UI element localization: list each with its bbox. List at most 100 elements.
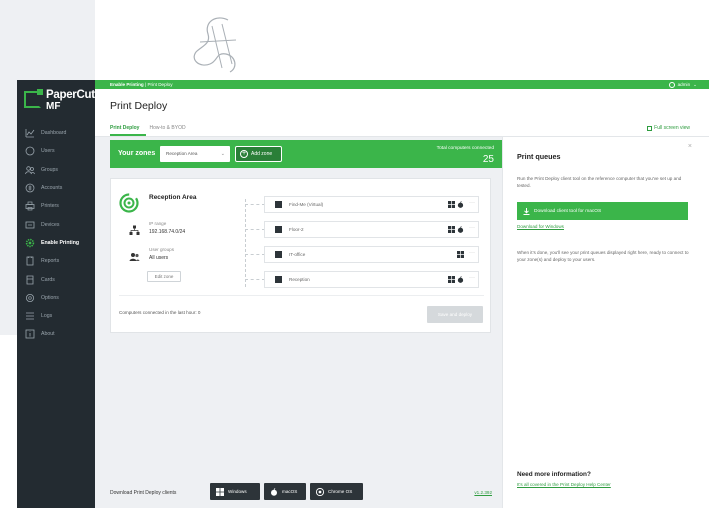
close-icon[interactable]: ×: [688, 143, 692, 150]
papercut-logo[interactable]: PaperCut MF: [24, 88, 95, 114]
sidebar-item-users[interactable]: Users: [17, 142, 95, 160]
macos-label: macOS: [282, 489, 298, 494]
queue-row[interactable]: Find-Me (Virtual) ···: [264, 196, 479, 213]
zone-select[interactable]: Reception Area ⌄: [160, 146, 230, 162]
user-icon: [668, 81, 675, 88]
plus-icon: +: [240, 150, 248, 158]
sidebar-item-label: Cards: [41, 276, 55, 283]
sidebar-item-options[interactable]: Options: [17, 289, 95, 307]
macos-download-button[interactable]: macOS: [264, 483, 306, 500]
chevron-down-icon: ⌄: [220, 151, 225, 157]
edit-zone-button[interactable]: Edit zone: [147, 271, 181, 282]
sidebar-item-label: About: [41, 331, 55, 338]
apple-icon: [271, 487, 277, 496]
sidebar-item-cards[interactable]: Cards: [17, 270, 95, 288]
zone-name: Reception Area: [149, 194, 197, 201]
windows-label: Windows: [228, 489, 247, 494]
sidebar-item-enable-printing[interactable]: Enable Printing: [17, 234, 95, 252]
download-windows-link[interactable]: Download for Windows: [517, 224, 564, 229]
chromeos-download-button[interactable]: Chrome OS: [310, 483, 363, 500]
zone-select-value: Reception Area: [166, 151, 198, 156]
logo-subtext: MF: [46, 101, 61, 112]
queue-os-icons: [448, 226, 464, 233]
tab-how-to-byod[interactable]: How-to & BYOD: [149, 125, 185, 131]
printer-icon: [275, 251, 282, 258]
zones-label: Your zones: [118, 150, 156, 157]
queue-name: Floor-2: [289, 227, 304, 232]
connected-computers-text: Computers connected in the last hour: 0: [119, 310, 201, 315]
queue-connector: [245, 199, 265, 287]
add-zone-button[interactable]: + Add zone: [235, 146, 282, 162]
fullscreen-label: Full screen view: [654, 125, 690, 131]
network-icon: [129, 225, 140, 235]
tab-print-deploy[interactable]: Print Deploy: [110, 125, 139, 131]
ip-range-label: IP range: [149, 221, 167, 226]
windows-icon: [216, 487, 224, 496]
sidebar: PaperCut MF Dashboard Users Groups Accou…: [17, 80, 95, 508]
report-icon: [25, 256, 35, 266]
sidebar-item-devices[interactable]: Devices: [17, 215, 95, 233]
save-and-deploy-button[interactable]: Save and deploy: [427, 306, 483, 323]
printer-icon: [25, 201, 35, 211]
windows-icon: [448, 201, 455, 208]
print-queues-panel: × Print queues Run the Print Deploy clie…: [502, 137, 709, 508]
queue-row[interactable]: IT-office ···: [264, 246, 479, 263]
queue-more-menu[interactable]: ···: [469, 225, 475, 231]
app-window: PaperCut MF Dashboard Users Groups Accou…: [0, 0, 709, 518]
sidebar-item-label: Reports: [41, 258, 60, 265]
download-icon: [523, 207, 530, 215]
chromeos-label: Chrome OS: [328, 489, 353, 494]
help-center-link[interactable]: It's all covered in the Print Deploy Hel…: [517, 482, 611, 487]
queue-row[interactable]: Floor-2 ···: [264, 221, 479, 238]
queue-more-menu[interactable]: ···: [469, 250, 475, 256]
sidebar-item-dashboard[interactable]: Dashboard: [17, 124, 95, 142]
sidebar-item-label: Groups: [41, 166, 59, 173]
expand-icon: [647, 125, 653, 131]
breadcrumb: Enable Printing | Print Deploy: [110, 82, 173, 87]
queue-more-menu[interactable]: ···: [469, 275, 475, 281]
gear-icon: [25, 238, 35, 248]
apple-icon: [457, 226, 464, 233]
about-icon: [25, 329, 35, 339]
user-groups-label: User groups: [149, 247, 175, 252]
breadcrumb-current: Print Deploy: [147, 82, 173, 87]
queue-row[interactable]: Reception ···: [264, 271, 479, 288]
sidebar-item-label: Accounts: [41, 185, 63, 192]
sidebar-item-about[interactable]: About: [17, 325, 95, 343]
add-zone-label: Add zone: [251, 151, 273, 157]
apple-icon: [457, 201, 464, 208]
logo-mark-icon: [24, 89, 43, 108]
sidebar-nav: Dashboard Users Groups Accounts Printers…: [17, 124, 95, 344]
version-link[interactable]: v1.2.392: [474, 490, 492, 495]
download-client-button[interactable]: Download client tool for macOS: [517, 202, 688, 220]
tab-bar: Print Deploy How-to & BYOD: [110, 125, 186, 131]
sidebar-item-accounts[interactable]: Accounts: [17, 179, 95, 197]
sidebar-item-label: Printers: [41, 203, 59, 210]
sidebar-item-label: Devices: [41, 221, 60, 228]
need-more-info-heading: Need more information?: [517, 471, 591, 478]
queue-os-icons: [448, 201, 464, 208]
windows-icon: [457, 251, 464, 258]
sidebar-item-reports[interactable]: Reports: [17, 252, 95, 270]
user-menu[interactable]: admin ⌄: [668, 81, 697, 88]
queue-more-menu[interactable]: ···: [469, 200, 475, 206]
total-computers-value: 25: [482, 154, 494, 165]
page-title: Print Deploy: [110, 100, 168, 112]
windows-download-button[interactable]: Windows: [210, 483, 260, 500]
options-icon: [25, 293, 35, 303]
total-computers-label: Total computers connected: [436, 146, 494, 151]
breadcrumb-root[interactable]: Enable Printing: [110, 82, 144, 87]
sidebar-item-logs[interactable]: Logs: [17, 307, 95, 325]
fullscreen-link[interactable]: Full screen view: [647, 125, 690, 131]
sidebar-item-printers[interactable]: Printers: [17, 197, 95, 215]
queue-name: Find-Me (Virtual): [289, 202, 324, 207]
zone-card: Reception Area IP range 192.168.74.0/24 …: [110, 178, 491, 333]
device-icon: [25, 220, 35, 230]
printer-icon: [275, 201, 282, 208]
connector-line: [245, 279, 265, 280]
sidebar-item-groups[interactable]: Groups: [17, 161, 95, 179]
logs-icon: [25, 311, 35, 321]
connector-line: [245, 229, 265, 230]
user-icon: [25, 146, 35, 156]
panel-title: Print queues: [517, 152, 561, 161]
